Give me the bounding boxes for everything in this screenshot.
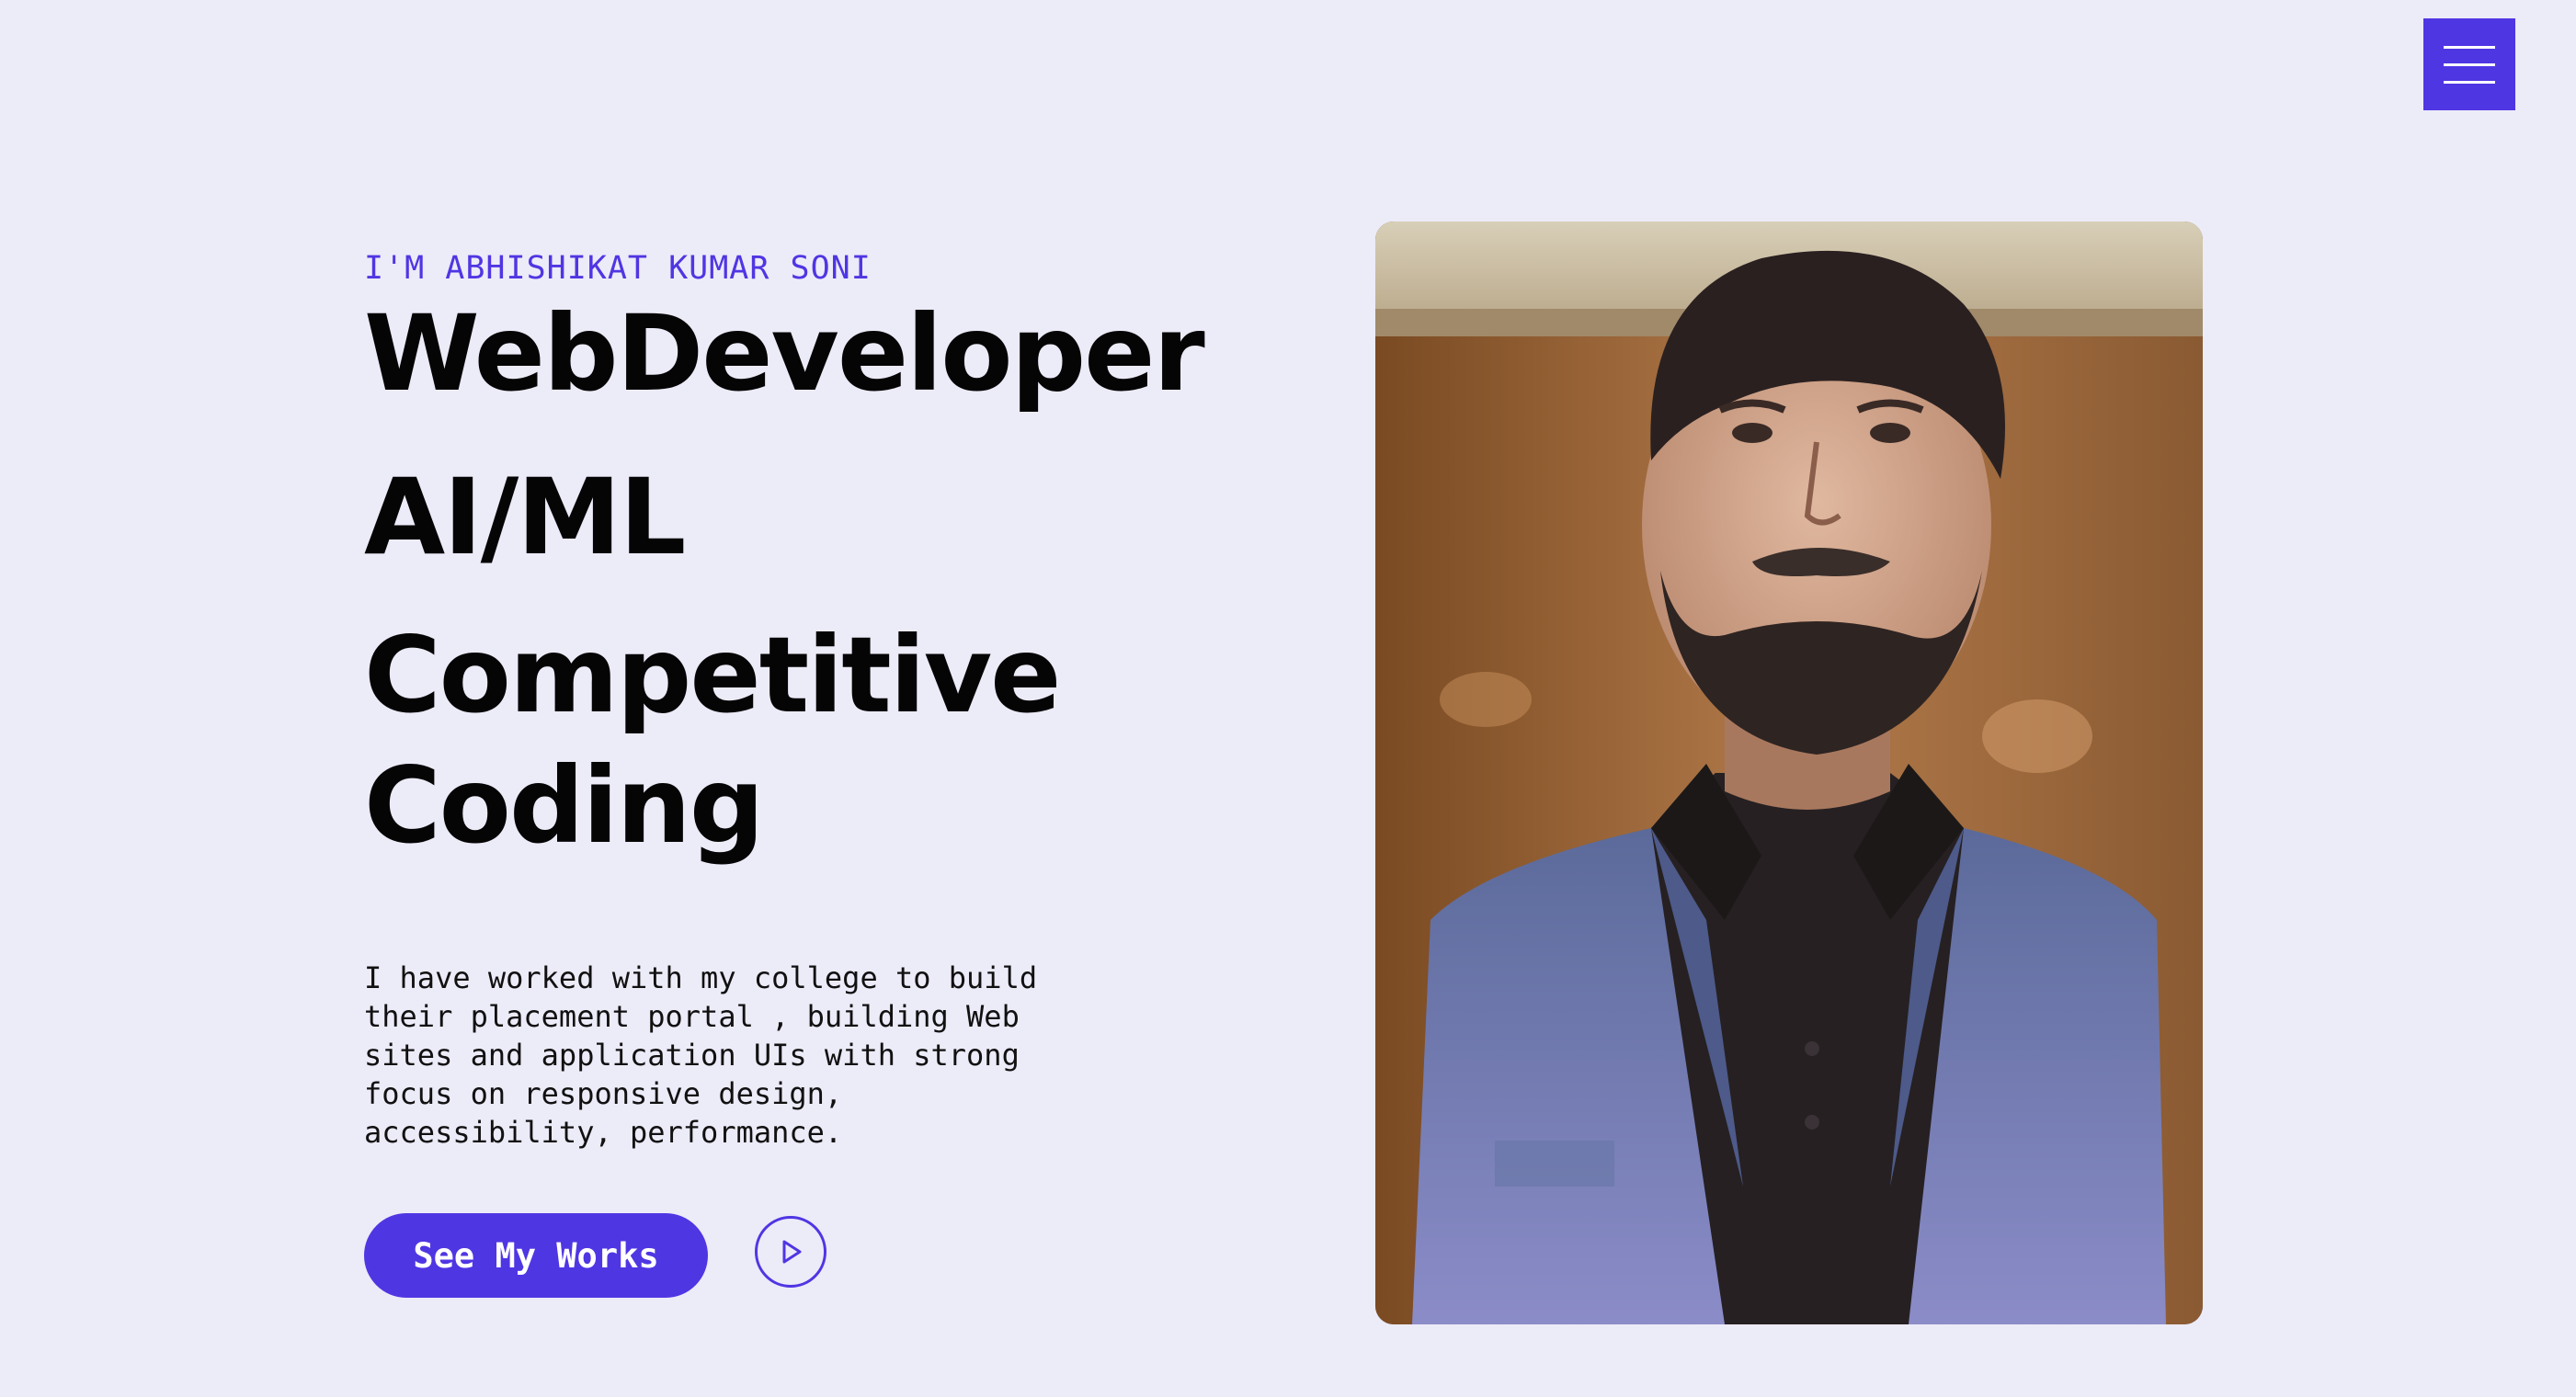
play-button[interactable] — [755, 1216, 826, 1288]
play-icon — [782, 1240, 802, 1264]
headline-line-1: WebDeveloper — [364, 292, 1205, 415]
headline-line-4: Coding — [364, 744, 764, 867]
profile-photo — [1375, 221, 2203, 1324]
portrait-illustration — [1375, 221, 2203, 1324]
headline-line-3: Competitive — [364, 614, 1061, 736]
hamburger-menu-icon-line — [2444, 62, 2495, 66]
headline-line-2: AI/ML — [364, 456, 686, 578]
intro-text: I'M ABHISHIKAT KUMAR SONI — [364, 250, 872, 287]
hamburger-menu-icon — [2444, 45, 2495, 49]
hamburger-menu-icon-line — [2444, 80, 2495, 84]
hero-description: I have worked with my college to build t… — [364, 960, 1038, 1150]
menu-button[interactable] — [2423, 18, 2515, 110]
see-my-works-button[interactable]: See My Works — [364, 1213, 708, 1298]
